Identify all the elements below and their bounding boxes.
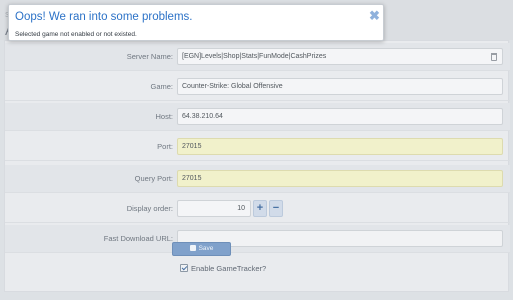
close-icon[interactable]: ✖ — [369, 9, 380, 22]
error-dialog: Oops! We ran into some problems. ✖ Selec… — [8, 4, 384, 41]
modal-overlay — [0, 0, 513, 300]
error-title: Oops! We ran into some problems. — [15, 11, 193, 23]
error-message: Selected game not enabled or not existed… — [15, 31, 137, 38]
